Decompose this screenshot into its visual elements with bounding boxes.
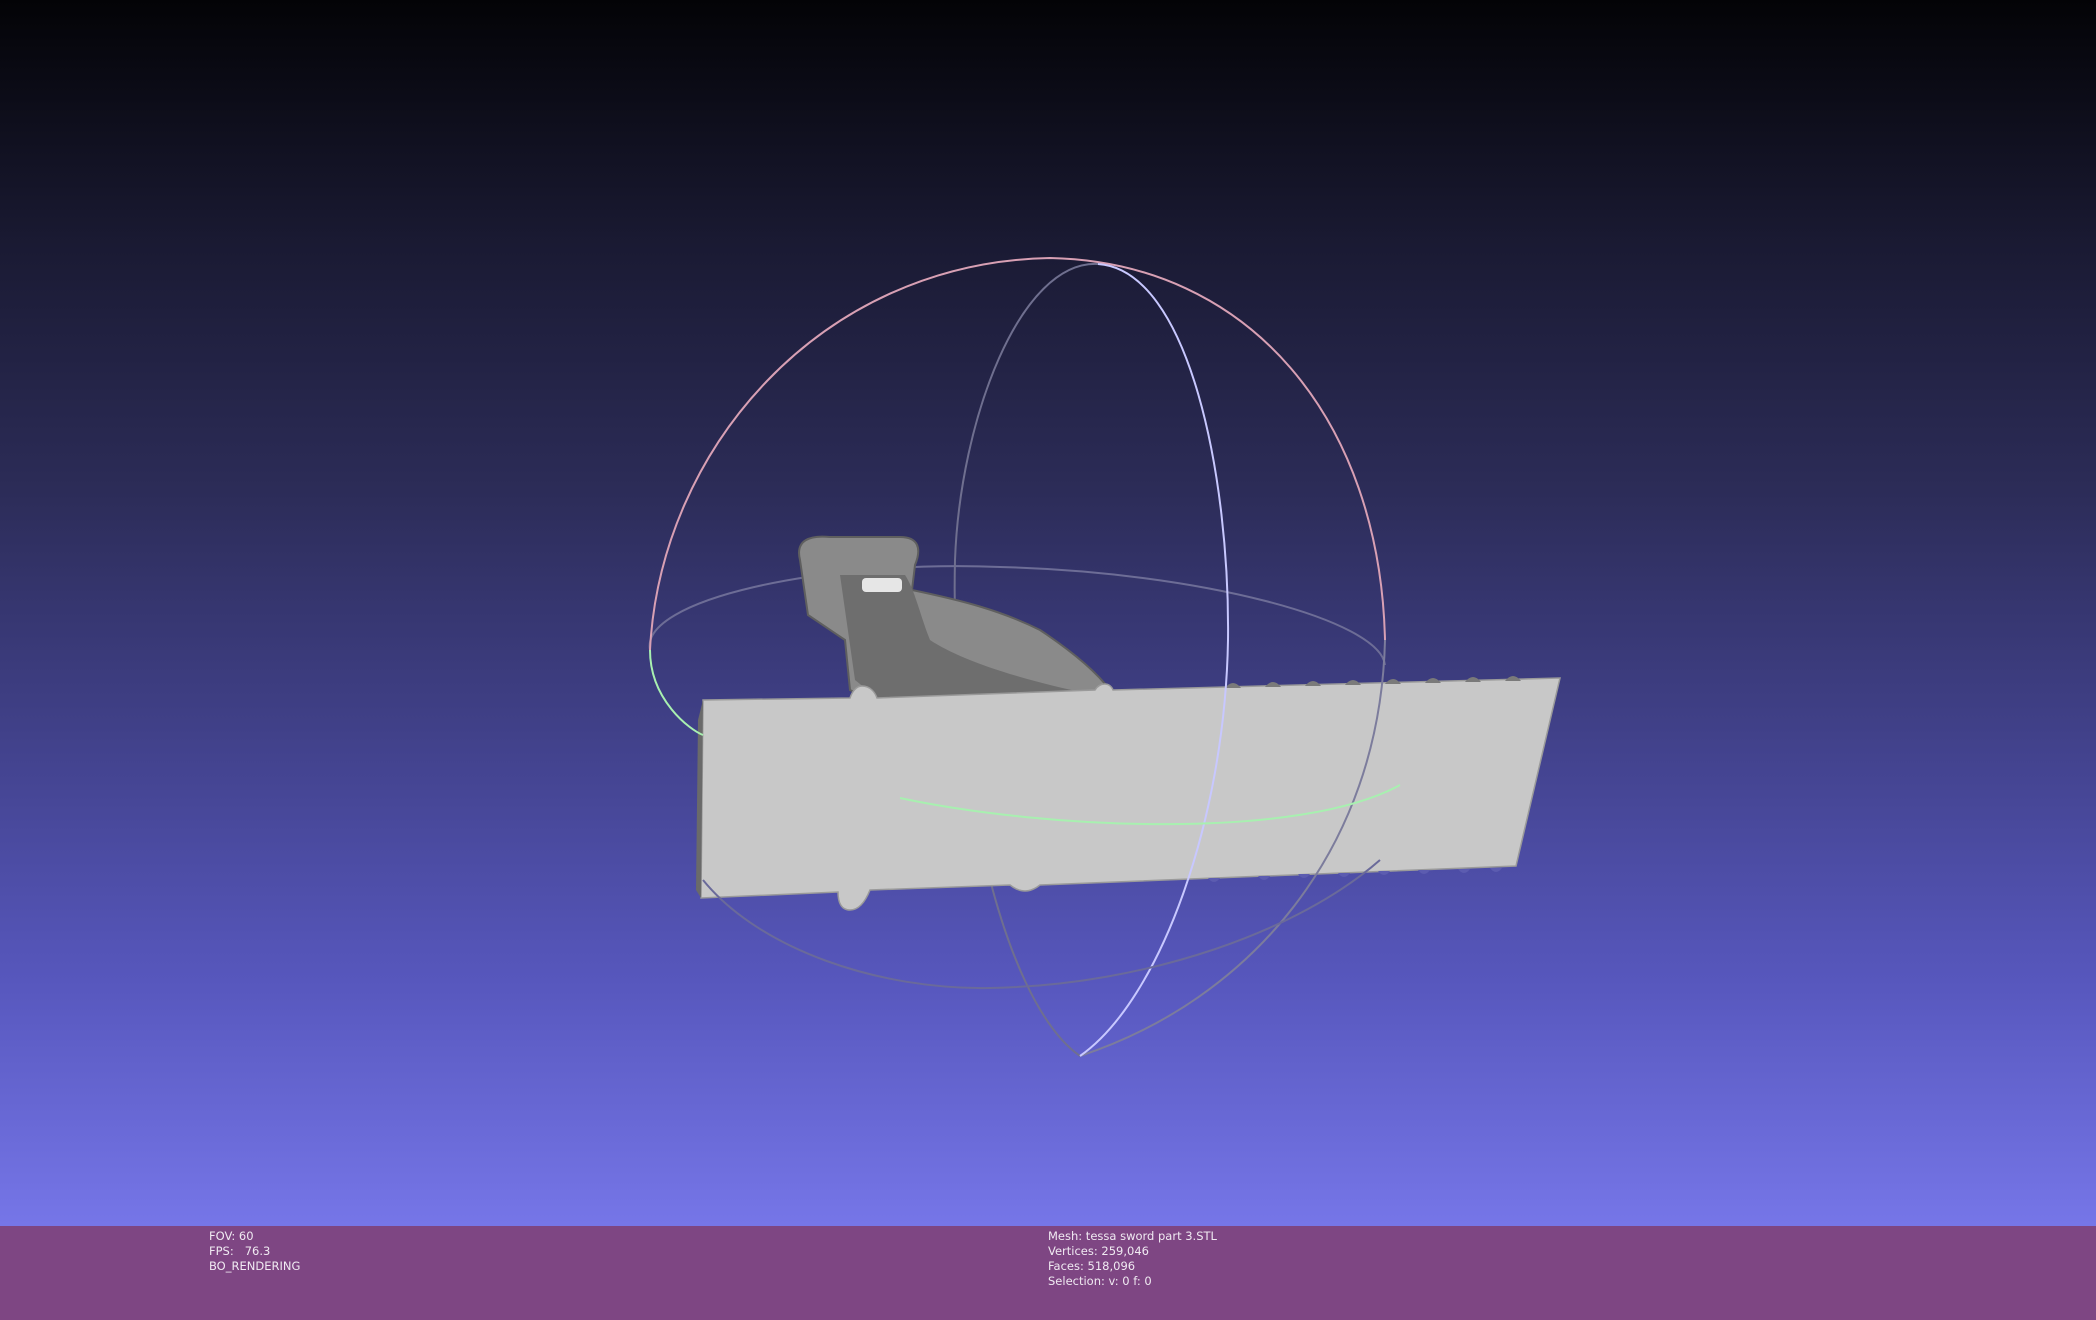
3d-viewport[interactable] [0, 0, 2096, 1226]
trackball-ring-vertical-front [1079, 263, 1230, 1057]
scene-canvas[interactable] [0, 0, 2096, 1226]
faces-label: Faces: 518,096 [1048, 1259, 1136, 1273]
fov-label: FOV: 60 [209, 1229, 254, 1243]
viewer-stats: FOV: 60 FPS: 76.3 BO_RENDERING [209, 1229, 300, 1274]
fps-label: FPS: 76.3 [209, 1244, 271, 1258]
trackball-ring-outer-left [649, 649, 704, 736]
mesh-stats: Mesh: tessa sword part 3.STL Vertices: 2… [1048, 1229, 1217, 1289]
selection-label: Selection: v: 0 f: 0 [1048, 1274, 1152, 1288]
vertices-label: Vertices: 259,046 [1048, 1244, 1149, 1258]
status-info-bar: FOV: 60 FPS: 76.3 BO_RENDERING Mesh: tes… [0, 1226, 2096, 1320]
mesh-grip-highlight [862, 578, 902, 592]
mesh-name-label: Mesh: tessa sword part 3.STL [1048, 1229, 1217, 1243]
mesh-model[interactable] [696, 535, 1561, 911]
render-mode-label: BO_RENDERING [209, 1259, 301, 1273]
mesh-blade [700, 677, 1561, 911]
trackball-ring-outer [649, 256, 1386, 651]
